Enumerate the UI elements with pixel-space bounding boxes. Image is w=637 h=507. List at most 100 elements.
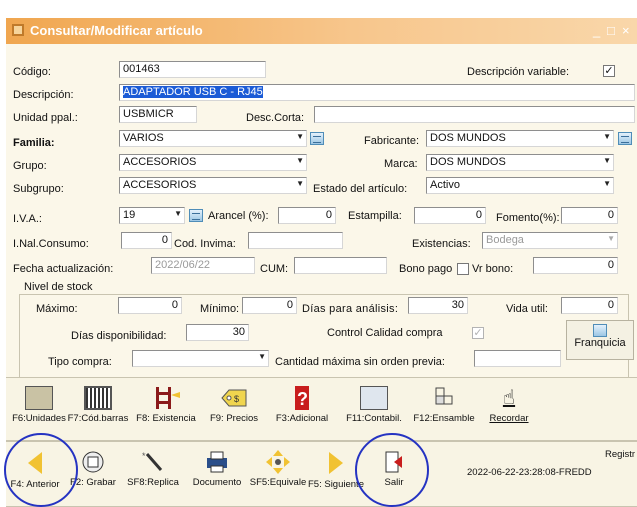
familia-label: Familia:: [13, 137, 55, 149]
documento-button[interactable]: Documento: [187, 450, 247, 488]
equivalence-icon: [266, 450, 290, 474]
familia-lookup-icon[interactable]: [310, 132, 324, 145]
registro-value: 2022-06-22-23:28:08-FREDD: [467, 467, 592, 478]
existencias-label: Existencias:: [412, 238, 471, 250]
cant-max-field[interactable]: [474, 350, 561, 367]
control-checkbox[interactable]: ✓: [472, 327, 484, 339]
iva-label: I.V.A.:: [13, 213, 42, 225]
desc-variable-checkbox[interactable]: ✓: [603, 65, 615, 77]
svg-text:?: ?: [297, 389, 308, 409]
control-label: Control Calidad compra: [327, 327, 443, 339]
contabil-button[interactable]: F11:Contabil.: [341, 386, 407, 424]
fabricante-value: DOS MUNDOS: [430, 132, 506, 144]
codigo-field[interactable]: 001463: [119, 61, 266, 78]
fabricante-select[interactable]: DOS MUNDOS ▼: [426, 130, 614, 147]
marca-select[interactable]: DOS MUNDOS ▼: [426, 154, 614, 171]
barcode-icon: [84, 386, 112, 410]
save-icon: [82, 451, 104, 473]
equivale-button[interactable]: SF5:Equivale: [249, 450, 307, 488]
chevron-down-icon: ▼: [603, 179, 611, 188]
bono-checkbox[interactable]: [457, 263, 469, 275]
wand-icon: *: [142, 451, 163, 471]
minimo-field[interactable]: 0: [242, 297, 297, 314]
descripcion-label: Descripción:: [13, 89, 74, 101]
franquicia-button[interactable]: Franquicia: [566, 320, 634, 360]
documento-label: Documento: [192, 477, 242, 488]
existencias-select[interactable]: Bodega ▼: [482, 232, 618, 249]
adicional-label: F3:Adicional: [275, 413, 329, 424]
invima-label: Cod. Invima:: [174, 238, 236, 250]
arrow-right-icon: [322, 452, 350, 476]
app-icon: [12, 24, 24, 36]
recordar-label: Recordar: [489, 413, 529, 424]
franquicia-label: Franquicia: [574, 337, 626, 349]
chevron-down-icon: ▼: [258, 352, 266, 361]
unidades-button[interactable]: F6:Unidades: [12, 386, 66, 424]
chevron-down-icon: ▼: [296, 156, 304, 165]
svg-text:*: *: [142, 451, 146, 461]
invima-field[interactable]: [248, 232, 343, 249]
descripcion-field[interactable]: ADAPTADOR USB C - RJ45: [119, 84, 635, 101]
unidad-field[interactable]: USBMICR: [119, 106, 197, 123]
estado-label: Estado del artículo:: [313, 183, 408, 195]
grupo-select[interactable]: ACCESORIOS ▼: [119, 154, 307, 171]
vrbono-field[interactable]: 0: [533, 257, 618, 274]
fabricante-lookup-icon[interactable]: [618, 132, 632, 145]
iva-lookup-icon[interactable]: [189, 209, 203, 222]
codigo-label: Código:: [13, 66, 51, 78]
fecha-field[interactable]: 2022/06/22: [151, 257, 255, 274]
grupo-label: Grupo:: [13, 160, 47, 172]
ensamble-label: F12:Ensamble: [413, 413, 475, 424]
chevron-down-icon: ▼: [607, 234, 615, 243]
svg-text:$: $: [234, 394, 239, 404]
close-button[interactable]: ×: [622, 23, 630, 38]
descripcion-selected-text: ADAPTADOR USB C - RJ45: [123, 86, 263, 98]
chevron-down-icon: ▼: [296, 179, 304, 188]
fecha-label: Fecha actualización:: [13, 263, 114, 275]
dias-disp-label: Días disponibilidad:: [71, 330, 167, 342]
cum-field[interactable]: [294, 257, 387, 274]
assembly-icon: [435, 387, 453, 405]
arancel-field[interactable]: 0: [278, 207, 336, 224]
desc-variable-label: Descripción variable:: [467, 66, 570, 78]
hand-icon: ☝: [502, 387, 516, 409]
replica-button[interactable]: * SF8:Replica: [124, 450, 182, 488]
recordar-button[interactable]: ☝ Recordar: [481, 386, 537, 424]
existencia-icon: [156, 387, 180, 409]
inal-label: I.Nal.Consumo:: [13, 238, 89, 250]
adicional-button[interactable]: ? F3:Adicional: [270, 386, 334, 424]
vida-label: Vida util:: [506, 303, 548, 315]
chevron-down-icon: ▼: [603, 132, 611, 141]
printer-icon: [207, 451, 227, 473]
existencia-button[interactable]: F8: Existencia: [133, 386, 199, 424]
prices-icon: $: [221, 389, 247, 407]
inal-field[interactable]: 0: [121, 232, 172, 249]
ensamble-button[interactable]: F12:Ensamble: [411, 386, 477, 424]
dias-disp-field[interactable]: 30: [186, 324, 249, 341]
minimo-label: Mínimo:: [200, 303, 240, 315]
maximize-button[interactable]: □: [607, 23, 615, 38]
desc-corta-field[interactable]: [314, 106, 635, 123]
codbarras-button[interactable]: F7:Cód.barras: [66, 386, 130, 424]
calculator-icon: [360, 386, 388, 410]
subgrupo-select[interactable]: ACCESORIOS ▼: [119, 177, 307, 194]
contabil-label: F11:Contabil.: [346, 413, 402, 424]
registro-label: Registr: [605, 449, 636, 460]
vida-field[interactable]: 0: [561, 297, 618, 314]
tipo-compra-select[interactable]: ▼: [132, 350, 269, 367]
maximo-field[interactable]: 0: [118, 297, 182, 314]
unidad-label: Unidad ppal.:: [13, 112, 78, 124]
estampilla-field[interactable]: 0: [414, 207, 486, 224]
estado-select[interactable]: Activo ▼: [426, 177, 614, 194]
fomento-field[interactable]: 0: [561, 207, 618, 224]
iva-select[interactable]: 19 ▼: [119, 207, 185, 224]
minimize-button[interactable]: _: [593, 23, 600, 38]
dias-analisis-label: Días para análisis:: [302, 303, 399, 315]
tipo-compra-label: Tipo compra:: [48, 356, 112, 368]
estampilla-label: Estampilla:: [348, 210, 402, 222]
familia-select[interactable]: VARIOS ▼: [119, 130, 307, 147]
dias-analisis-field[interactable]: 30: [408, 297, 468, 314]
fomento-label: Fomento(%):: [496, 212, 560, 224]
precios-button[interactable]: $ F9: Precios: [205, 386, 263, 424]
chevron-down-icon: ▼: [296, 132, 304, 141]
